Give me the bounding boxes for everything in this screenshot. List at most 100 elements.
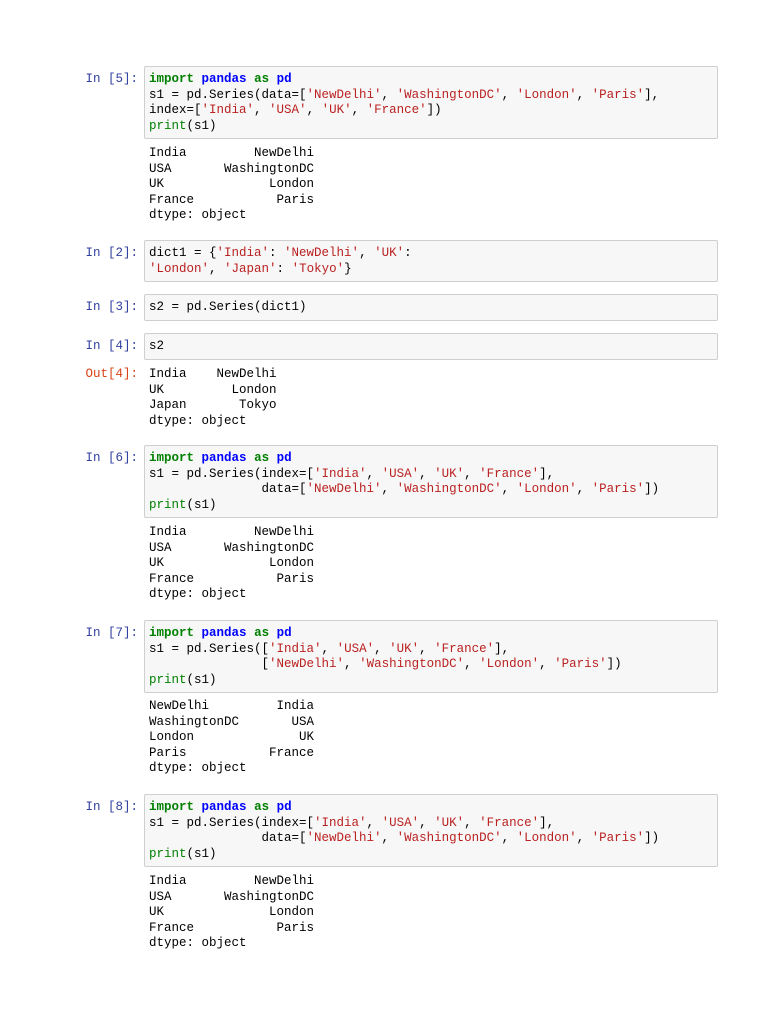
string-literal: 'London' — [479, 657, 540, 671]
code-text: , — [539, 657, 555, 671]
string-literal: 'London' — [516, 87, 577, 102]
code-text: ], — [644, 87, 660, 102]
code-cell-input[interactable]: s2 — [144, 333, 718, 360]
input-prompt: In [8]: — [85, 800, 138, 814]
code-text: , — [576, 87, 592, 102]
input-prompt: In [4]: — [85, 339, 138, 353]
cell-output: India NewDelhi UK London Japan Tokyo dtype:… — [149, 367, 277, 429]
output-line: dtype: object — [149, 936, 247, 950]
code-text: ]) — [606, 657, 622, 671]
code-keyword: print — [149, 497, 187, 512]
string-literal: 'NewDelhi' — [306, 831, 382, 845]
code-text: , — [381, 482, 397, 496]
code-cell-input[interactable]: s2 = pd.Series(dict1) — [144, 294, 718, 321]
output-line: UK London — [149, 905, 315, 919]
input-prompt: In [7]: — [85, 626, 138, 640]
string-literal: 'Paris' — [591, 831, 645, 845]
code-cell-input[interactable]: import pandas as pd s1 = pd.Series(index=… — [144, 794, 718, 867]
code-line: import pandas as pd — [149, 451, 713, 467]
code-text: , — [359, 246, 375, 260]
output-line: UK London — [149, 382, 277, 397]
code-text: (s1) — [186, 497, 217, 512]
code-cell-input[interactable]: import pandas as pd s1 = pd.Series(index=… — [144, 445, 718, 518]
code-text: ], — [494, 641, 510, 656]
code-text: , — [576, 482, 592, 496]
string-literal: 'Tokyo' — [291, 261, 345, 276]
code-text: s1 = pd.Series([ — [149, 641, 270, 656]
output-line: India NewDelhi — [149, 367, 277, 381]
string-literal: 'USA' — [381, 466, 420, 481]
code-text: , — [254, 103, 270, 117]
code-keyword: print — [149, 118, 187, 133]
output-line: France Paris — [149, 920, 315, 935]
input-prompt: In [6]: — [85, 451, 138, 465]
code-text: , — [419, 466, 435, 481]
string-literal: 'NewDelhi' — [284, 246, 360, 260]
output-line: Paris France — [149, 745, 315, 760]
output-line: USA WashingtonDC — [149, 889, 315, 904]
code-text: , — [306, 103, 322, 117]
string-literal: 'UK' — [321, 103, 352, 117]
string-literal: 'India' — [314, 466, 367, 481]
cell-output: India NewDelhi USA WashingtonDC UK London F… — [149, 525, 314, 603]
string-literal: 'Japan' — [224, 261, 277, 276]
code-text: : — [404, 246, 412, 260]
code-line: data=['NewDelhi', 'WashingtonDC', 'Londo… — [149, 831, 713, 847]
code-keyword: import — [149, 626, 195, 640]
string-literal: 'India' — [201, 103, 255, 117]
code-text: s2 — [149, 339, 165, 353]
code-text: , — [464, 657, 480, 671]
code-cell-input[interactable]: import pandas as pd s1 = pd.Series(['Indi… — [144, 620, 718, 693]
string-literal: 'London' — [516, 482, 577, 496]
code-text: ]) — [426, 103, 442, 117]
output-line: India NewDelhi — [149, 874, 315, 888]
output-line: Japan Tokyo — [149, 398, 277, 412]
string-literal: 'India' — [216, 246, 270, 260]
code-keyword: import — [149, 72, 195, 86]
code-text: , — [419, 641, 435, 656]
output-prompt: Out[4]: — [85, 367, 138, 381]
string-literal: 'WashingtonDC' — [359, 657, 465, 671]
code-text: , — [351, 103, 367, 117]
code-keyword: as — [254, 72, 270, 86]
string-literal: 'London' — [149, 261, 210, 276]
code-line: s2 = pd.Series(dict1) — [149, 300, 713, 316]
output-line: India NewDelhi — [149, 146, 315, 160]
string-literal: 'Paris' — [591, 87, 645, 102]
code-text: , — [501, 87, 517, 102]
string-literal: 'NewDelhi' — [269, 657, 345, 671]
code-text: : — [269, 246, 285, 260]
code-text: ]) — [644, 831, 660, 845]
string-literal: 'USA' — [381, 815, 420, 830]
code-text: (s1) — [186, 118, 217, 133]
output-line: France Paris — [149, 192, 315, 207]
string-literal: 'WashingtonDC' — [396, 831, 502, 845]
output-line: London UK — [149, 730, 315, 744]
code-text: data=[ — [149, 482, 307, 496]
code-keyword: print — [149, 672, 187, 687]
output-line: USA WashingtonDC — [149, 161, 315, 176]
code-text: s1 = pd.Series(data=[ — [149, 87, 307, 102]
string-literal: 'Paris' — [554, 657, 607, 671]
code-text: ]) — [644, 482, 660, 496]
code-cell-input[interactable]: dict1 = {'India': 'NewDelhi', 'UK': 'Lond… — [144, 240, 718, 282]
output-line: India NewDelhi — [149, 525, 315, 539]
string-literal: 'UK' — [434, 815, 465, 830]
code-cell-input[interactable]: import pandas as pd s1 = pd.Series(data=[… — [144, 66, 718, 139]
code-text: , — [464, 815, 480, 830]
output-line: WashingtonDC USA — [149, 714, 315, 729]
code-text: , — [501, 482, 517, 496]
code-keyword: pandas — [201, 626, 247, 640]
code-line: import pandas as pd — [149, 626, 713, 642]
string-literal: 'WashingtonDC' — [396, 482, 502, 496]
code-text: , — [419, 815, 435, 830]
code-keyword: pd — [276, 800, 292, 814]
string-literal: 'WashingtonDC' — [396, 87, 502, 102]
output-line: dtype: object — [149, 208, 247, 222]
output-line: NewDelhi India — [149, 699, 315, 713]
